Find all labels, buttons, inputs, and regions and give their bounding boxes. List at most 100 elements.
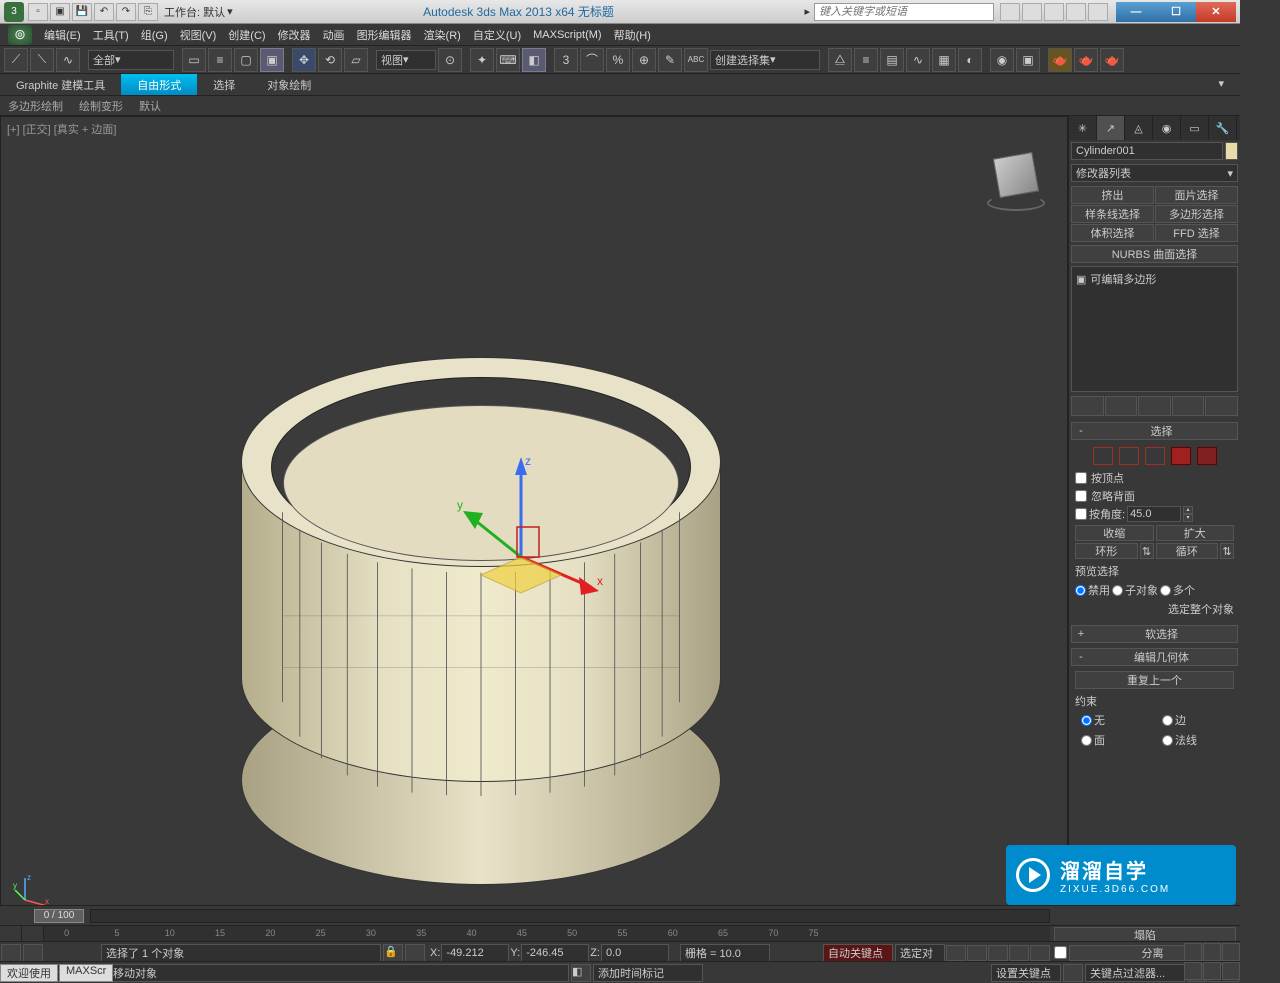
time-slider[interactable]: 0 / 100 [0, 905, 1240, 925]
time-slider-track[interactable] [90, 909, 1050, 923]
modbtn-spline-sel[interactable]: 样条线选择 [1071, 205, 1154, 223]
spinner-down-icon[interactable]: ▾ [1183, 514, 1193, 522]
vertex-level-icon[interactable] [1093, 447, 1113, 465]
pivot-icon[interactable]: ⊙ [438, 48, 462, 72]
pin-stack-icon[interactable] [1071, 396, 1104, 416]
window-crossing-icon[interactable]: ▣ [260, 48, 284, 72]
stack-item-editable-poly[interactable]: ▣ 可编辑多边形 [1074, 269, 1235, 289]
help-search-input[interactable] [814, 3, 994, 21]
render-last-icon[interactable]: 🫖 [1100, 48, 1124, 72]
menu-graph[interactable]: 图形编辑器 [357, 27, 412, 43]
modify-tab-icon[interactable]: ↗ [1097, 116, 1125, 140]
by-vertex-checkbox[interactable] [1075, 472, 1087, 484]
loop-button[interactable]: 循环 [1156, 543, 1219, 559]
shrink-button[interactable]: 收缩 [1075, 525, 1154, 541]
configure-sets-icon[interactable] [1205, 396, 1238, 416]
expand-icon[interactable]: ▣ [1076, 273, 1086, 286]
angle-snap-icon[interactable]: ⌒ [580, 48, 604, 72]
element-level-icon[interactable] [1197, 447, 1217, 465]
subtab-paintdeform[interactable]: 绘制变形 [71, 96, 131, 115]
goto-end-icon[interactable] [1030, 945, 1050, 961]
maximize-button[interactable]: ☐ [1156, 2, 1196, 22]
percent-snap-icon[interactable]: % [606, 48, 630, 72]
layer-icon[interactable]: ▤ [880, 48, 904, 72]
menu-views[interactable]: 视图(V) [180, 27, 217, 43]
time-tag-icon[interactable]: ◧ [571, 964, 591, 982]
dropdown-icon[interactable] [1088, 3, 1108, 21]
open-icon[interactable]: ▣ [50, 3, 70, 21]
polygon-level-icon[interactable] [1171, 447, 1191, 465]
unlink-tool-icon[interactable]: ⟍ [30, 48, 54, 72]
bind-tool-icon[interactable]: ∿ [56, 48, 80, 72]
zoom-all-icon[interactable] [1203, 943, 1221, 961]
ribbon-expand-icon[interactable]: ▾ [1202, 74, 1240, 95]
menu-create[interactable]: 创建(C) [228, 27, 265, 43]
render-iterative-icon[interactable]: 🫖 [1074, 48, 1098, 72]
render-frame-icon[interactable]: ▣ [1016, 48, 1040, 72]
grow-button[interactable]: 扩大 [1156, 525, 1235, 541]
maxscript-mini-icon[interactable] [1, 944, 21, 962]
constrain-edge-radio[interactable] [1162, 715, 1173, 726]
mirror-icon[interactable]: ⧋ [828, 48, 852, 72]
viewport-perspective[interactable]: [+] [正交] [真实 + 边面] [0, 116, 1068, 923]
menu-edit[interactable]: 编辑(E) [44, 27, 81, 43]
show-end-result-icon[interactable] [1105, 396, 1138, 416]
add-time-tag[interactable]: 添加时间标记 [593, 964, 703, 982]
select-object-icon[interactable]: ▭ [182, 48, 206, 72]
menu-help[interactable]: 帮助(H) [614, 27, 651, 43]
render-production-icon[interactable]: 🫖 [1048, 48, 1072, 72]
ignore-backfacing-checkbox[interactable] [1075, 490, 1087, 502]
modbtn-nurbs-sel[interactable]: NURBS 曲面选择 [1071, 245, 1238, 263]
autokey-button[interactable]: 自动关键点 [823, 944, 893, 962]
edit-named-sel-icon[interactable]: ✎ [658, 48, 682, 72]
spinner-up-icon[interactable]: ▴ [1183, 506, 1193, 514]
modifier-list-combo[interactable]: 修改器列表▾ [1071, 164, 1238, 182]
scene-object-cylinder[interactable] [241, 287, 721, 847]
abc-icon[interactable]: ABC [684, 48, 708, 72]
modbtn-patch-sel[interactable]: 面片选择 [1155, 186, 1238, 204]
menu-animation[interactable]: 动画 [323, 27, 345, 43]
undo-icon[interactable]: ↶ [94, 3, 114, 21]
scale-tool-icon[interactable]: ▱ [344, 48, 368, 72]
welcome-tab[interactable]: 欢迎使用 [0, 964, 58, 982]
preview-disable-radio[interactable] [1075, 585, 1086, 596]
maxscript-tab[interactable]: MAXScr [59, 964, 113, 982]
menu-customize[interactable]: 自定义(U) [473, 27, 521, 43]
modbtn-extrude[interactable]: 挤出 [1071, 186, 1154, 204]
move-tool-icon[interactable]: ✥ [292, 48, 316, 72]
coord-x-input[interactable]: -49.212 [441, 944, 509, 962]
link-icon[interactable]: ⎘ [138, 3, 158, 21]
by-angle-checkbox[interactable] [1075, 508, 1087, 520]
modbtn-vol-sel[interactable]: 体积选择 [1071, 224, 1154, 242]
make-unique-icon[interactable] [1138, 396, 1171, 416]
selected-combo[interactable]: 选定对 [895, 944, 945, 962]
viewport-label[interactable]: [+] [正交] [真实 + 边面] [7, 121, 116, 137]
viewcube[interactable] [981, 147, 1051, 217]
workspace-selector[interactable]: 工作台: 默认 ▾ [164, 4, 233, 20]
abs-rel-icon[interactable] [405, 944, 425, 962]
fov-icon[interactable] [1184, 962, 1202, 980]
angle-spinner[interactable] [1127, 506, 1181, 522]
schematic-icon[interactable]: ▦ [932, 48, 956, 72]
viewcube-cube-icon[interactable] [993, 152, 1039, 198]
coord-y-input[interactable]: -246.45 [521, 944, 589, 962]
listener-icon[interactable] [23, 944, 43, 962]
minimize-button[interactable]: — [1116, 2, 1156, 22]
menu-rendering[interactable]: 渲染(R) [424, 27, 461, 43]
rollout-selection-header[interactable]: - 选择 [1071, 422, 1238, 440]
modifier-stack[interactable]: ▣ 可编辑多边形 [1071, 266, 1238, 392]
named-selection-combo[interactable]: 创建选择集 ▾ [710, 50, 820, 70]
curve-editor-icon[interactable]: ∿ [906, 48, 930, 72]
display-tab-icon[interactable]: ▭ [1181, 116, 1209, 140]
subtab-polydraw[interactable]: 多边形绘制 [0, 96, 71, 115]
star-icon[interactable] [1022, 3, 1042, 21]
redo-icon[interactable]: ↷ [116, 3, 136, 21]
binoculars-icon[interactable] [1000, 3, 1020, 21]
spinner-snap-icon[interactable]: ⊕ [632, 48, 656, 72]
setkey-button[interactable]: 设置关键点 [991, 964, 1061, 982]
snap-toggle-icon[interactable]: ◧ [522, 48, 546, 72]
utilities-tab-icon[interactable]: 🔧 [1209, 116, 1237, 140]
orbit-icon[interactable] [1222, 962, 1240, 980]
new-icon[interactable]: ▫ [28, 3, 48, 21]
rollout-editgeom-header[interactable]: - 编辑几何体 [1071, 648, 1238, 666]
